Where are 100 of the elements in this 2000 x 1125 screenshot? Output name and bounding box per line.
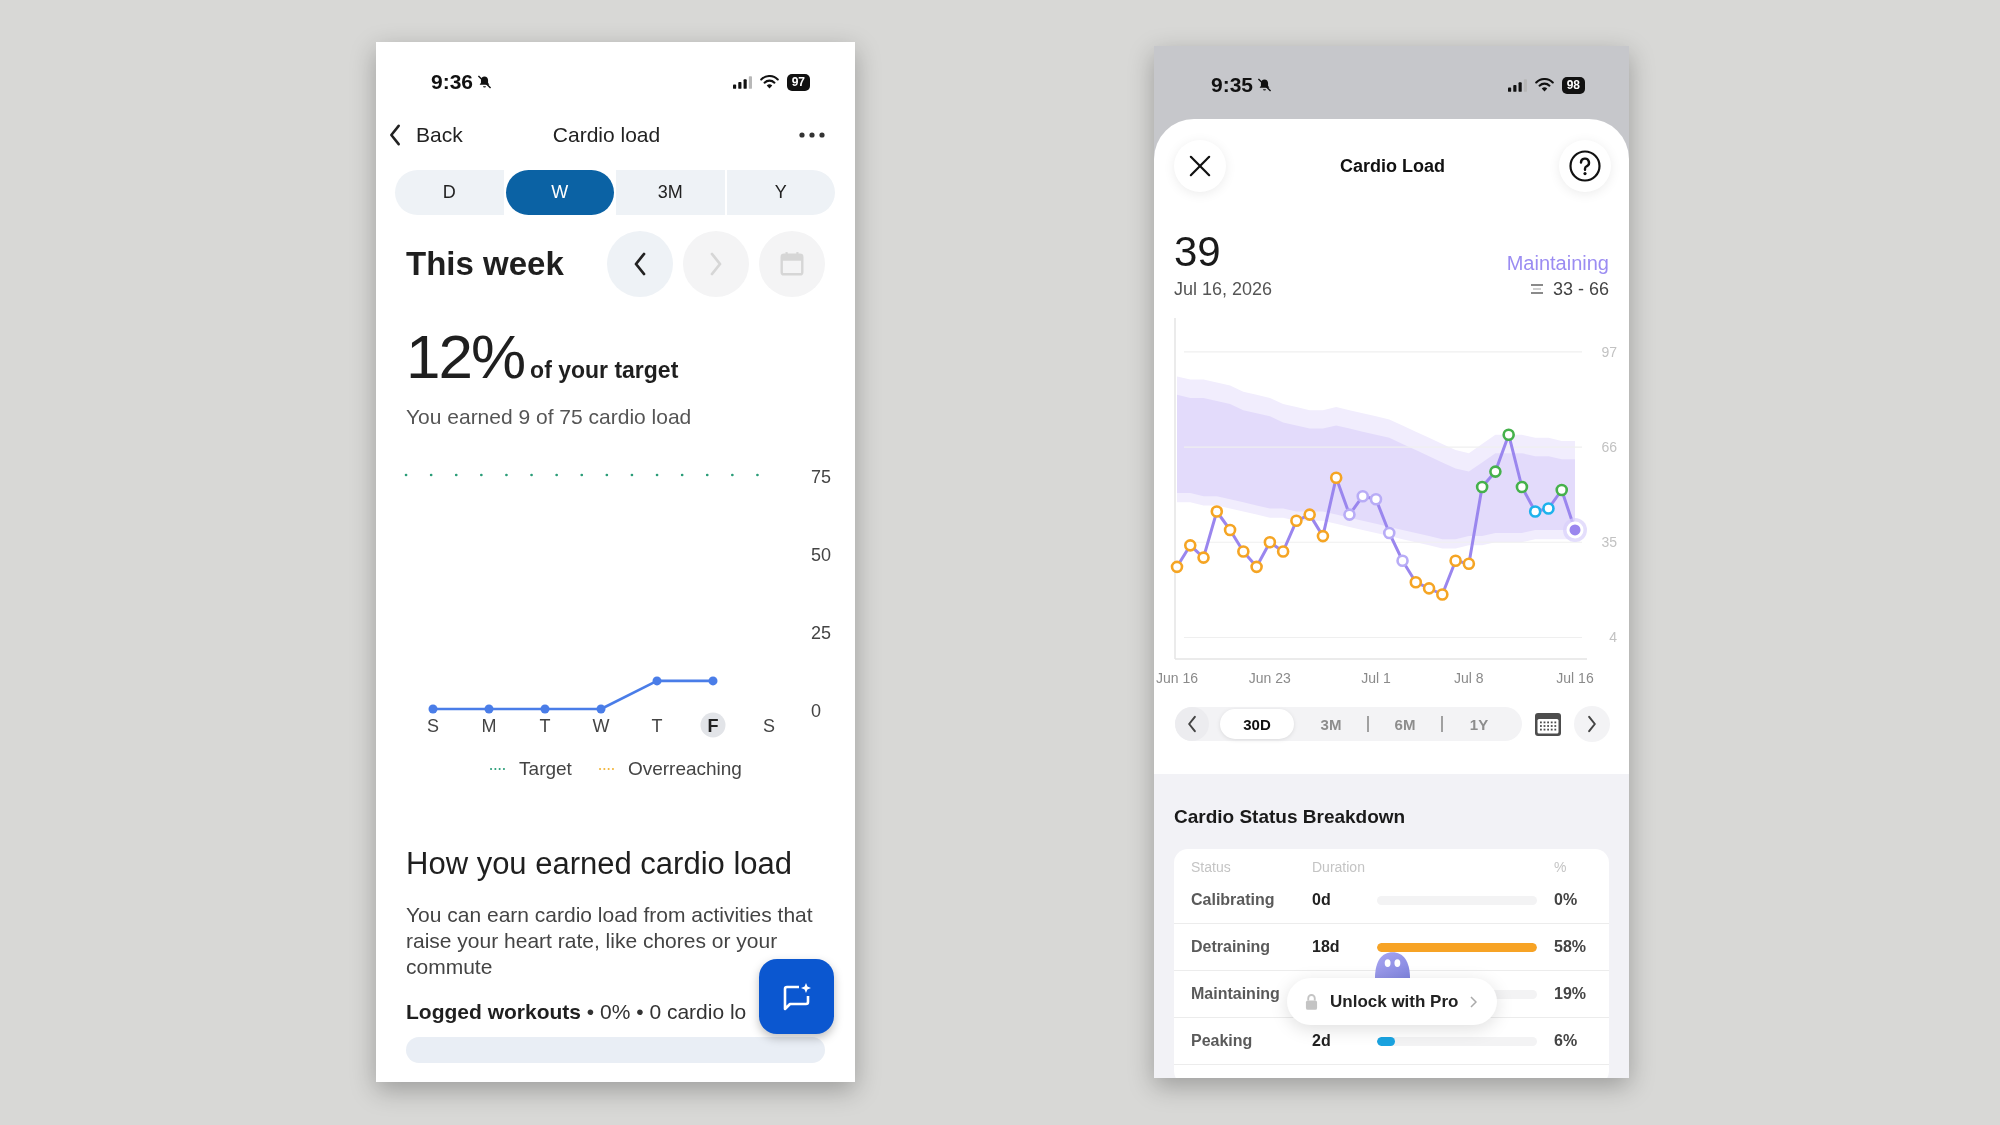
table-cell: Calibrating [1191, 891, 1275, 909]
calendar-icon[interactable] [1535, 712, 1561, 736]
data-point [1528, 505, 1542, 518]
period-tab[interactable]: Y [726, 170, 835, 215]
signal-icon [732, 75, 752, 89]
axis-label: Jul 8 [1454, 670, 1484, 686]
range-label: 33 - 66 [1552, 279, 1609, 299]
data-point [1515, 480, 1529, 494]
data-point [428, 704, 438, 714]
axis-label: W [592, 715, 610, 736]
table-cell: 58% [1554, 938, 1587, 956]
period-tab[interactable]: 3M [616, 170, 725, 215]
data-point [1475, 480, 1489, 494]
data-point [1542, 502, 1555, 515]
data-point [1422, 582, 1436, 595]
back-button[interactable]: Back [388, 123, 463, 147]
data-point [1316, 529, 1330, 543]
data-point [708, 676, 718, 686]
data-point [1223, 523, 1237, 537]
table-cell: 18d [1312, 938, 1340, 956]
table-cell: 0d [1312, 891, 1331, 909]
table-cell: 6% [1554, 1032, 1578, 1050]
data-point [1237, 545, 1250, 558]
target-percent: 12% [406, 325, 525, 389]
axis-label: 35 [1601, 534, 1617, 551]
target-label: of your target [530, 357, 679, 384]
current-date: Jul 16, 2026 [1174, 279, 1273, 299]
day-marker-icon [700, 712, 726, 738]
chat-button[interactable] [759, 959, 834, 1034]
current-value: 39 [1174, 230, 1221, 274]
range-tab[interactable]: 30D [1220, 709, 1294, 739]
axis-label: Jun 23 [1248, 670, 1291, 686]
calendar-icon [779, 251, 805, 277]
stacked-lines-icon [1530, 284, 1543, 294]
chevron-left-icon [633, 252, 647, 276]
table-cell: 2d [1312, 1032, 1331, 1050]
data-point [1263, 535, 1277, 549]
data-point [1369, 492, 1383, 506]
period-tab[interactable]: W [505, 170, 614, 215]
data-point [1356, 489, 1370, 503]
bell-slash-icon [1257, 77, 1273, 93]
data-point [1396, 554, 1409, 567]
axis-label: 50 [811, 545, 832, 565]
unlock-toast[interactable]: Unlock with Pro [1287, 978, 1497, 1025]
axis-label: Jun 16 [1156, 670, 1198, 686]
lock-icon [1305, 993, 1318, 1010]
data-point [1436, 588, 1449, 601]
data-point [1462, 557, 1476, 571]
signal-icon [1507, 78, 1527, 92]
column-header: Status [1191, 859, 1231, 875]
data-point [1343, 508, 1356, 521]
table-cell: 19% [1554, 985, 1587, 1003]
table-cell: Detraining [1191, 938, 1271, 956]
screen-title: Cardio load [552, 123, 661, 147]
data-point [596, 704, 606, 714]
chat-sparkle-icon [781, 981, 812, 1012]
period-tab[interactable]: D [395, 170, 504, 215]
help-icon [1569, 150, 1601, 182]
data-point [1563, 517, 1587, 542]
axis-label: T [651, 715, 663, 736]
axis-label: S [427, 715, 439, 736]
data-point [1449, 554, 1462, 567]
blob-face-icon [1374, 951, 1411, 979]
data-point [652, 676, 662, 686]
previous-button[interactable] [1175, 707, 1209, 741]
chevron-right-icon [709, 252, 723, 276]
data-point [1183, 539, 1197, 552]
axis-label: 4 [1609, 629, 1617, 646]
more-icon[interactable] [799, 132, 825, 138]
legend-label: Overreaching [627, 758, 742, 780]
axis-label: Jul 16 [1556, 670, 1594, 686]
axis-label: 0 [811, 701, 821, 721]
data-point [1303, 508, 1316, 521]
chevron-left-icon [1187, 715, 1197, 733]
data-point [1382, 526, 1396, 540]
table-cell: Peaking [1191, 1032, 1253, 1050]
data-point [1489, 465, 1502, 478]
axis-label: M [481, 715, 497, 736]
data-point [1250, 560, 1263, 574]
axis-label: F [707, 715, 719, 736]
chevron-right-icon [1470, 995, 1478, 1008]
chevron-left-icon [388, 124, 402, 146]
data-point [1276, 545, 1290, 558]
data-point [1329, 471, 1343, 485]
section-description: You can earn cardio load from activities that raise your heart rate, like chores or your commute [405, 902, 814, 980]
column-header: % [1554, 859, 1567, 875]
table-cell: Maintaining [1191, 985, 1280, 1003]
battery-indicator: 98 [1561, 76, 1585, 94]
section-heading: How you earned cardio load [405, 846, 794, 882]
data-point [1197, 551, 1210, 564]
data-point [1210, 505, 1224, 518]
chevron-right-icon [1587, 715, 1597, 733]
next-button[interactable] [1574, 706, 1610, 742]
battery-indicator: 97 [786, 73, 810, 91]
data-point [1290, 514, 1303, 528]
section-title: Cardio Status Breakdown [1174, 806, 1407, 828]
data-point [540, 704, 550, 714]
bell-slash-icon [477, 74, 493, 90]
axis-label: 97 [1601, 343, 1617, 360]
axis-label: S [763, 715, 775, 736]
